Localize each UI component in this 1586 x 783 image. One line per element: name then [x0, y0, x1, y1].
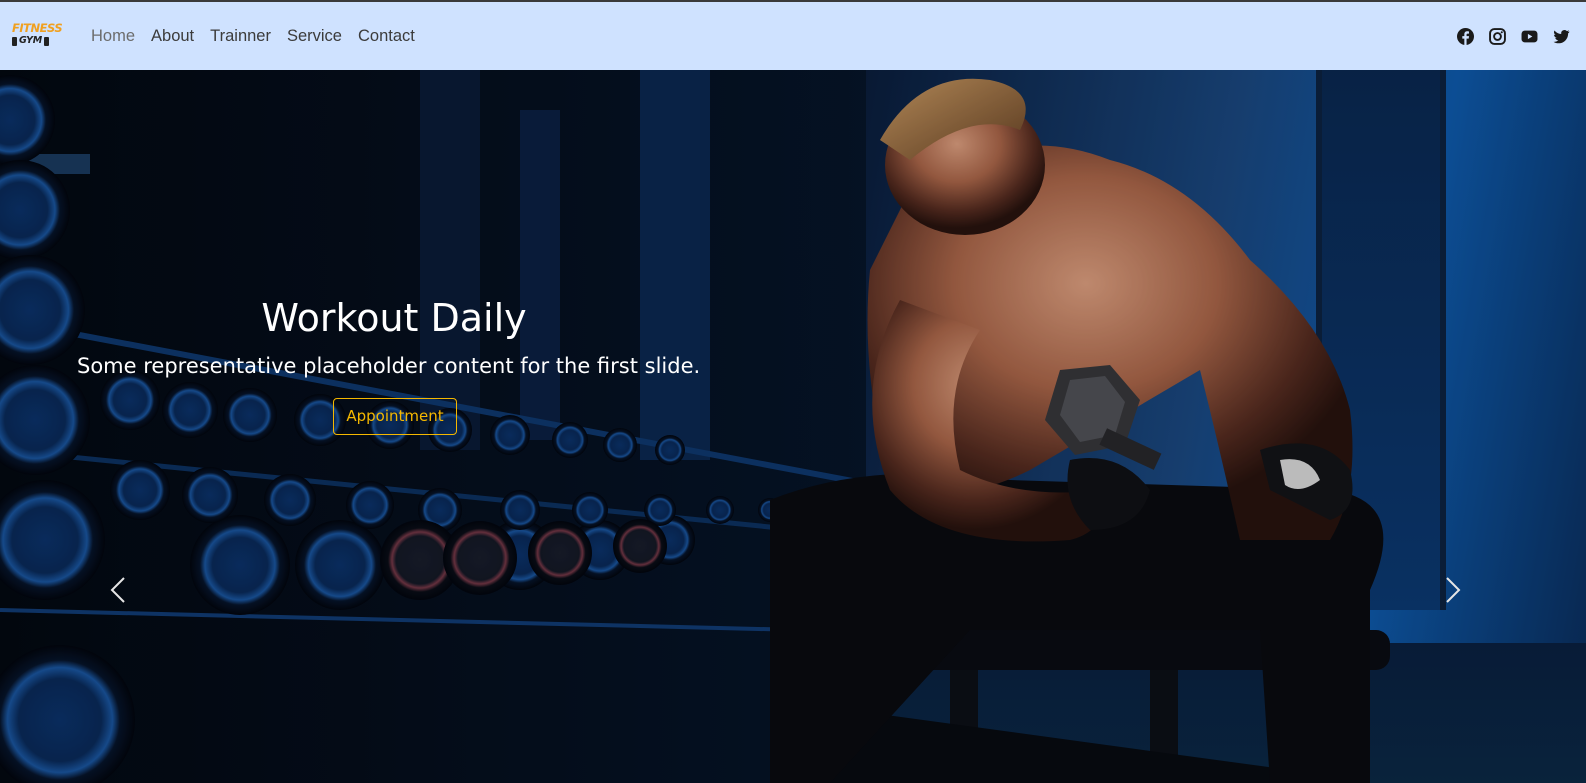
hero-carousel: Workout Daily Some representative placeh… — [0, 70, 1586, 783]
carousel-next-button[interactable] — [1441, 570, 1471, 610]
dumbbell-left-icon — [12, 36, 17, 46]
nav-trainner[interactable]: Trainner — [210, 26, 271, 46]
youtube-icon[interactable] — [1521, 28, 1538, 45]
chevron-left-icon — [110, 577, 125, 603]
nav-links: Home About Trainner Service Contact — [91, 26, 431, 46]
appointment-button[interactable]: Appointment — [333, 398, 457, 435]
nav-about[interactable]: About — [151, 26, 194, 46]
brand-line2: GYM — [12, 36, 60, 46]
carousel-prev-button[interactable] — [106, 570, 136, 610]
brand-line1: FITNESS — [12, 21, 63, 35]
chevron-right-icon — [1446, 577, 1461, 603]
instagram-icon[interactable] — [1489, 28, 1506, 45]
dumbbell-right-icon — [43, 36, 49, 46]
navbar: FITNESS GYM Home About Trainner Service … — [0, 2, 1586, 70]
nav-home[interactable]: Home — [91, 26, 135, 46]
carousel-text: Some representative placeholder content … — [77, 354, 701, 378]
twitter-icon[interactable] — [1553, 28, 1570, 45]
carousel-caption: Workout Daily Some representative placeh… — [77, 296, 717, 435]
brand-gym-text: GYM — [19, 35, 42, 46]
social-links — [1457, 28, 1570, 45]
nav-service[interactable]: Service — [287, 26, 342, 46]
facebook-icon[interactable] — [1457, 28, 1474, 45]
brand-logo[interactable]: FITNESS GYM — [12, 21, 63, 54]
nav-contact[interactable]: Contact — [358, 26, 415, 46]
carousel-title: Workout Daily — [261, 296, 527, 340]
